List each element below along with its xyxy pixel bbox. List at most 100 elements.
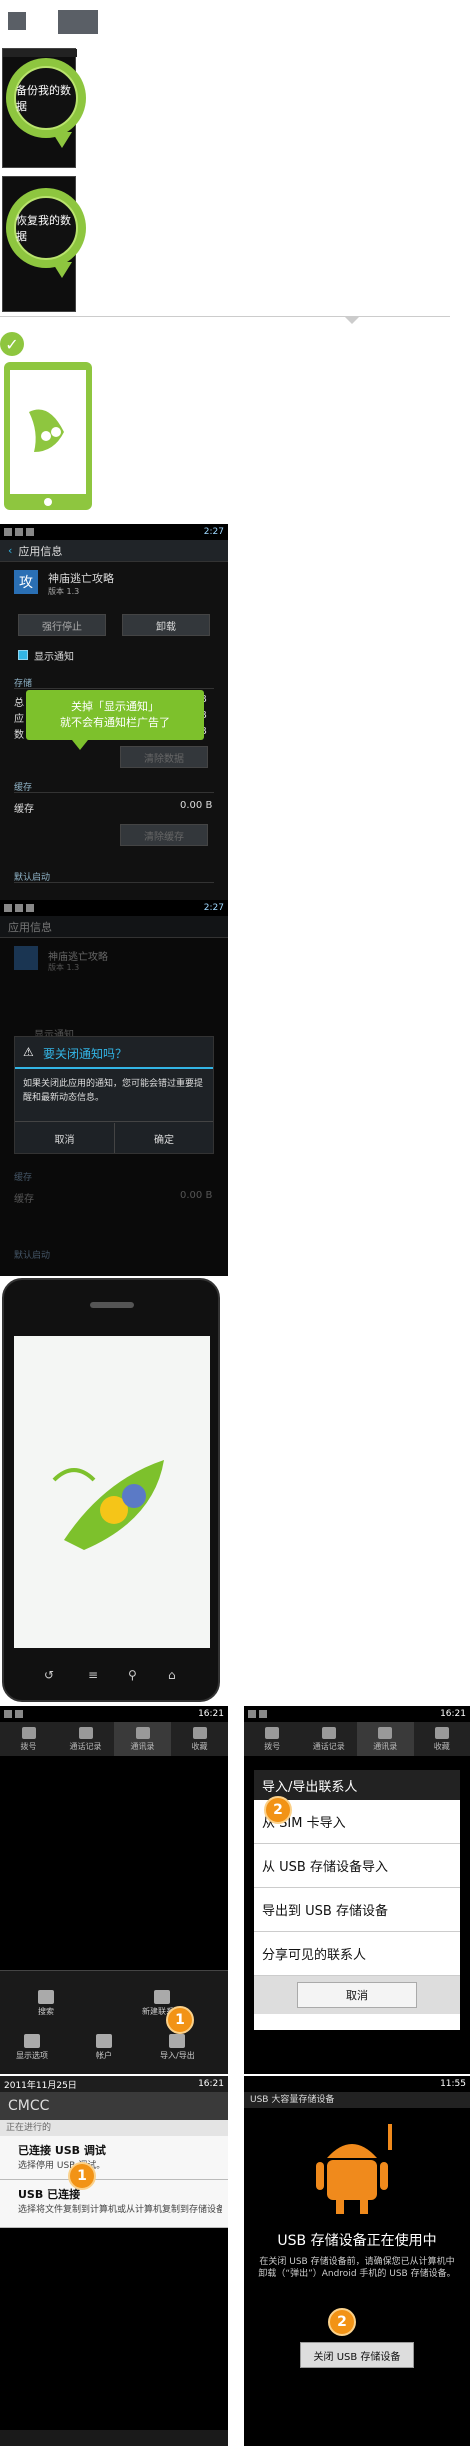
green-phone-home bbox=[44, 498, 52, 506]
cancel-button[interactable]: 取消 bbox=[297, 1982, 417, 2008]
shade-date: 2011年11月25日 bbox=[4, 2080, 77, 2091]
backup-bubble: 备份我的数据 bbox=[6, 58, 86, 138]
contacts-tabs: 拨号 通话记录 通讯录 收藏 bbox=[0, 1722, 228, 1756]
ongoing-header: 正在进行的 bbox=[0, 2120, 228, 2136]
contacts-icon bbox=[135, 1726, 150, 1739]
tab-contacts[interactable]: 通讯录 bbox=[114, 1722, 171, 1756]
tab-dialer[interactable]: 拨号 bbox=[0, 1722, 57, 1756]
section-divider bbox=[0, 316, 450, 317]
option-export-usb[interactable]: 导出到 USB 存储设备 bbox=[254, 1888, 460, 1932]
green-phone bbox=[4, 362, 92, 510]
restore-bubble: 恢复我的数据 bbox=[6, 188, 86, 268]
check-icon: ✓ bbox=[0, 332, 24, 356]
phone-icon bbox=[21, 1726, 36, 1739]
show-notif-checkbox[interactable] bbox=[18, 650, 28, 660]
app-icon: 攻 bbox=[14, 570, 38, 594]
back-key-icon[interactable]: ↺ bbox=[44, 1668, 54, 1682]
uninstall-button[interactable]: 卸载 bbox=[122, 614, 210, 636]
app-name: 神庙逃亡攻略 bbox=[48, 572, 114, 585]
cancel-button[interactable]: 取消 bbox=[15, 1123, 114, 1153]
pea-logo-icon bbox=[24, 402, 74, 458]
shade-handle[interactable] bbox=[0, 2430, 228, 2446]
cache-value: 0.00 B bbox=[180, 800, 213, 811]
option-import-usb[interactable]: 从 USB 存储设备导入 bbox=[254, 1844, 460, 1888]
tab-call-log[interactable]: 通话记录 bbox=[57, 1722, 114, 1756]
tab-favorites[interactable]: 收藏 bbox=[414, 1722, 470, 1756]
usb-debug-notification[interactable]: 已连接 USB 调试 选择停用 USB 调试。 bbox=[0, 2136, 228, 2180]
app-name: 神庙逃亡攻略 bbox=[48, 952, 108, 963]
step-badge-1b: 1 bbox=[68, 2162, 96, 2190]
cache-value: 0.00 B bbox=[180, 1190, 213, 1201]
tab-dialer[interactable]: 拨号 bbox=[244, 1722, 301, 1756]
restore-label: 恢复我的数据 bbox=[16, 214, 71, 243]
data-row: 数 bbox=[14, 730, 24, 741]
option-share-visible[interactable]: 分享可见的联系人 bbox=[254, 1932, 460, 1976]
cache-header: 缓存 bbox=[14, 1173, 33, 1183]
back-icon[interactable]: ‹ bbox=[8, 544, 12, 557]
app-version: 版本 1.3 bbox=[48, 963, 80, 972]
import-export-screen: 16:21 拨号 通话记录 通讯录 收藏 导入/导出联系人 从 SIM 卡导入 … bbox=[244, 1706, 470, 2074]
default-launch-header: 默认启动 bbox=[14, 1251, 51, 1261]
menu-key-icon[interactable]: ≡ bbox=[88, 1668, 98, 1682]
tab-favorites[interactable]: 收藏 bbox=[171, 1722, 228, 1756]
cache-label: 缓存 bbox=[14, 1194, 34, 1205]
status-bar: 11:55 bbox=[244, 2076, 470, 2092]
status-bar: 2:27 bbox=[0, 524, 228, 540]
step-badge-2: 2 bbox=[264, 1796, 292, 1824]
menu-accounts[interactable]: 帐户 bbox=[96, 2034, 112, 2061]
status-bar: 16:21 bbox=[0, 1706, 228, 1722]
usb-in-use-title: USB 存储设备正在使用中 bbox=[277, 2233, 437, 2249]
turn-off-usb-button[interactable]: 关闭 USB 存储设备 bbox=[300, 2342, 414, 2368]
backup-bubble-tail bbox=[52, 132, 72, 148]
menu-search[interactable]: 搜索 bbox=[38, 1990, 54, 2017]
app-row: 应 bbox=[14, 714, 24, 725]
top-icon-1 bbox=[8, 12, 26, 30]
clear-data-button[interactable]: 清除数据 bbox=[120, 746, 208, 768]
phone-device: ↺ ≡ ⚲ ⌂ bbox=[2, 1278, 220, 1702]
home-key-icon[interactable]: ⌂ bbox=[168, 1668, 176, 1682]
page-title: 应用信息 bbox=[18, 544, 63, 558]
notification-shade-screen: 2011年11月25日 16:21 CMCC 正在进行的 已连接 USB 调试 选… bbox=[0, 2076, 228, 2446]
warning-icon: ⚠ bbox=[23, 1045, 34, 1059]
carrier-bar: CMCC bbox=[0, 2092, 228, 2120]
title-bar: ‹ 应用信息 bbox=[0, 540, 228, 562]
search-key-icon[interactable]: ⚲ bbox=[128, 1668, 137, 1682]
usb-storage-screen: 11:55 USB 大容量存储设备 USB 存储设备正在使用中 在关闭 USB … bbox=[244, 2076, 470, 2446]
phone-speaker bbox=[90, 1302, 134, 1308]
tab-contacts[interactable]: 通讯录 bbox=[357, 1722, 414, 1756]
tab-call-log[interactable]: 通话记录 bbox=[301, 1722, 358, 1756]
search-icon bbox=[38, 1990, 54, 2004]
usb-debug-sub: 选择停用 USB 调试。 bbox=[18, 2161, 106, 2171]
tip-line-1: 关掉「显示通知」 bbox=[71, 700, 159, 713]
contacts-tabs: 拨号 通话记录 通讯录 收藏 bbox=[244, 1722, 470, 1756]
android-usb-icon bbox=[312, 2120, 402, 2220]
total-row: 总 bbox=[14, 698, 24, 709]
account-icon bbox=[96, 2034, 112, 2048]
app-icon bbox=[14, 946, 38, 970]
clear-cache-button[interactable]: 清除缓存 bbox=[120, 824, 208, 846]
add-contact-icon bbox=[154, 1990, 170, 2004]
status-time: 16:21 bbox=[198, 1709, 224, 1719]
usb-conn-sub: 选择将文件复制到计算机或从计算机复制到存储设备。 bbox=[18, 2205, 222, 2215]
menu-display-options[interactable]: 显示选项 bbox=[16, 2034, 48, 2061]
star-icon bbox=[192, 1726, 207, 1739]
step-badge-1: 1 bbox=[166, 2006, 194, 2034]
show-notif-label: 显示通知 bbox=[34, 652, 74, 663]
peapod-illustration-icon bbox=[44, 1420, 184, 1570]
dialog-title: 要关闭通知吗？ bbox=[43, 1047, 128, 1061]
notification-tip: 关掉「显示通知」 就不会有通知栏广告了 bbox=[26, 690, 204, 740]
status-bar: 2011年11月25日 16:21 bbox=[0, 2076, 228, 2092]
import-export-icon bbox=[169, 2034, 186, 2048]
dialog-title: 导入/导出联系人 bbox=[254, 1770, 460, 1800]
display-icon bbox=[24, 2034, 40, 2048]
menu-import-export[interactable]: 导入/导出 bbox=[160, 2034, 195, 2061]
top-icon-2 bbox=[58, 10, 98, 34]
dialog-body: 如果关闭此应用的通知，您可能会错过重要提醒和最新动态信息。 bbox=[23, 1079, 204, 1103]
force-stop-button[interactable]: 强行停止 bbox=[18, 614, 106, 636]
usb-connected-notification[interactable]: USB 已连接 选择将文件复制到计算机或从计算机复制到存储设备。 bbox=[0, 2180, 228, 2228]
backup-label: 备份我的数据 bbox=[16, 84, 71, 113]
status-bar: 16:21 bbox=[244, 1706, 470, 1722]
ok-button[interactable]: 确定 bbox=[114, 1123, 213, 1153]
tip-line-2: 就不会有通知栏广告了 bbox=[60, 716, 170, 729]
log-icon bbox=[78, 1726, 93, 1739]
